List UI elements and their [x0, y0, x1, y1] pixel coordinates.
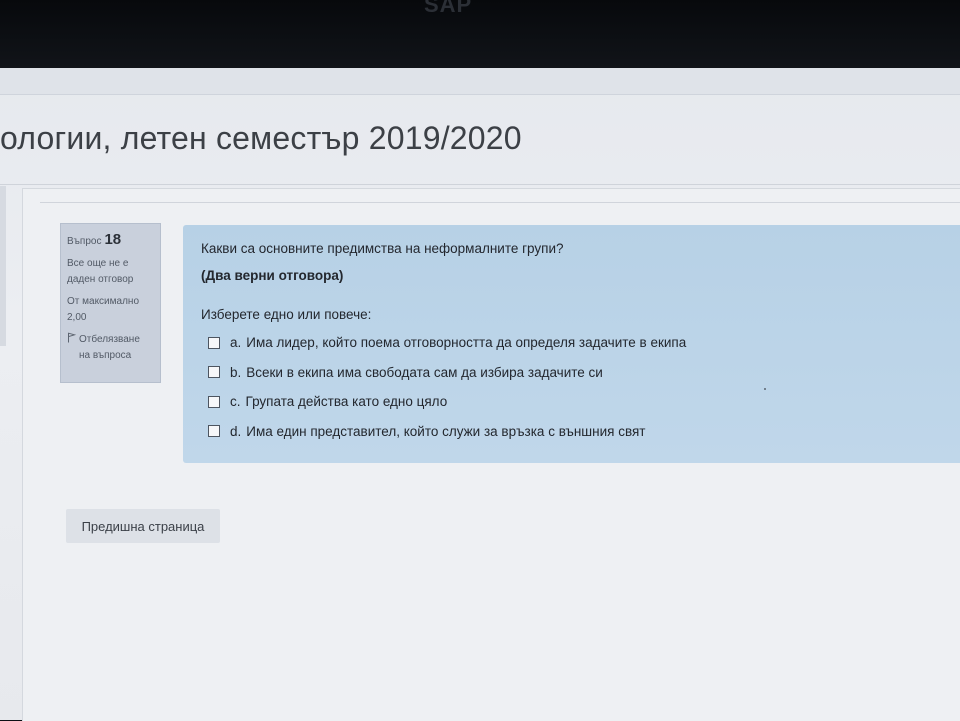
question-number: 18 [104, 231, 122, 248]
option-c-text: Групата действа като едно цяло [245, 394, 448, 410]
option-c-checkbox[interactable] [208, 395, 220, 408]
answer-options: a. Има лидер, който поема отговорността … [201, 328, 942, 446]
question-panel: Какви са основните предимства на неформа… [183, 225, 960, 463]
option-b-text: Всеки в екипа има свободата сам да избир… [246, 364, 603, 380]
question-info-panel: Въпрос 18 Все още не е даден отговор От м… [60, 223, 161, 383]
option-a[interactable]: a. Има лидер, който поема отговорността … [201, 328, 942, 358]
page-title: ологии, летен семестър 2019/2020 [0, 120, 522, 156]
option-c-letter: c. [230, 394, 241, 410]
flag-icon [67, 332, 77, 349]
max-grade-line-1: От максимално [67, 296, 140, 307]
previous-page-button[interactable]: Предишна страница [66, 509, 220, 543]
flag-label-line-2: на въпроса [79, 350, 132, 361]
flag-label-line-1: Отбелязване [79, 334, 140, 345]
option-a-letter: a. [230, 335, 242, 351]
status-line-1: Все още не е [67, 258, 129, 269]
question-label: Въпрос [67, 236, 102, 247]
option-d-checkbox[interactable] [208, 425, 220, 438]
option-b-checkbox[interactable] [208, 366, 220, 379]
question-hint: (Два верни отговора) [201, 268, 344, 283]
option-d-text: Има един представител, който служи за вр… [246, 423, 646, 439]
option-d-letter: d. [230, 423, 242, 439]
top-nav-strip [0, 68, 960, 95]
brand-logo: SAP [424, 0, 473, 17]
monitor-bezel: SAP [0, 0, 960, 68]
screen-speck [764, 388, 766, 390]
sidebar-edge [0, 186, 6, 346]
browser-screen: ологии, летен семестър 2019/2020 Въпрос 1… [0, 68, 960, 721]
heading-divider [0, 184, 960, 185]
option-a-text: Има лидер, който поема отговорността да … [246, 335, 687, 351]
max-grade-value: 2,00 [67, 312, 87, 323]
status-line-2: даден отговор [67, 274, 134, 285]
option-b[interactable]: b. Всеки в екипа има свободата сам да из… [201, 358, 942, 388]
option-b-letter: b. [230, 364, 242, 380]
question-text: Какви са основните предимства на неформа… [201, 241, 564, 256]
option-d[interactable]: d. Има един представител, който служи за… [201, 417, 942, 447]
answer-prompt: Изберете едно или повече: [201, 307, 372, 322]
flag-question-link[interactable]: Отбелязване на въпроса [67, 332, 154, 364]
option-a-checkbox[interactable] [208, 336, 220, 349]
content-divider [40, 202, 960, 203]
option-c[interactable]: c. Групата действа като едно цяло [201, 387, 942, 417]
